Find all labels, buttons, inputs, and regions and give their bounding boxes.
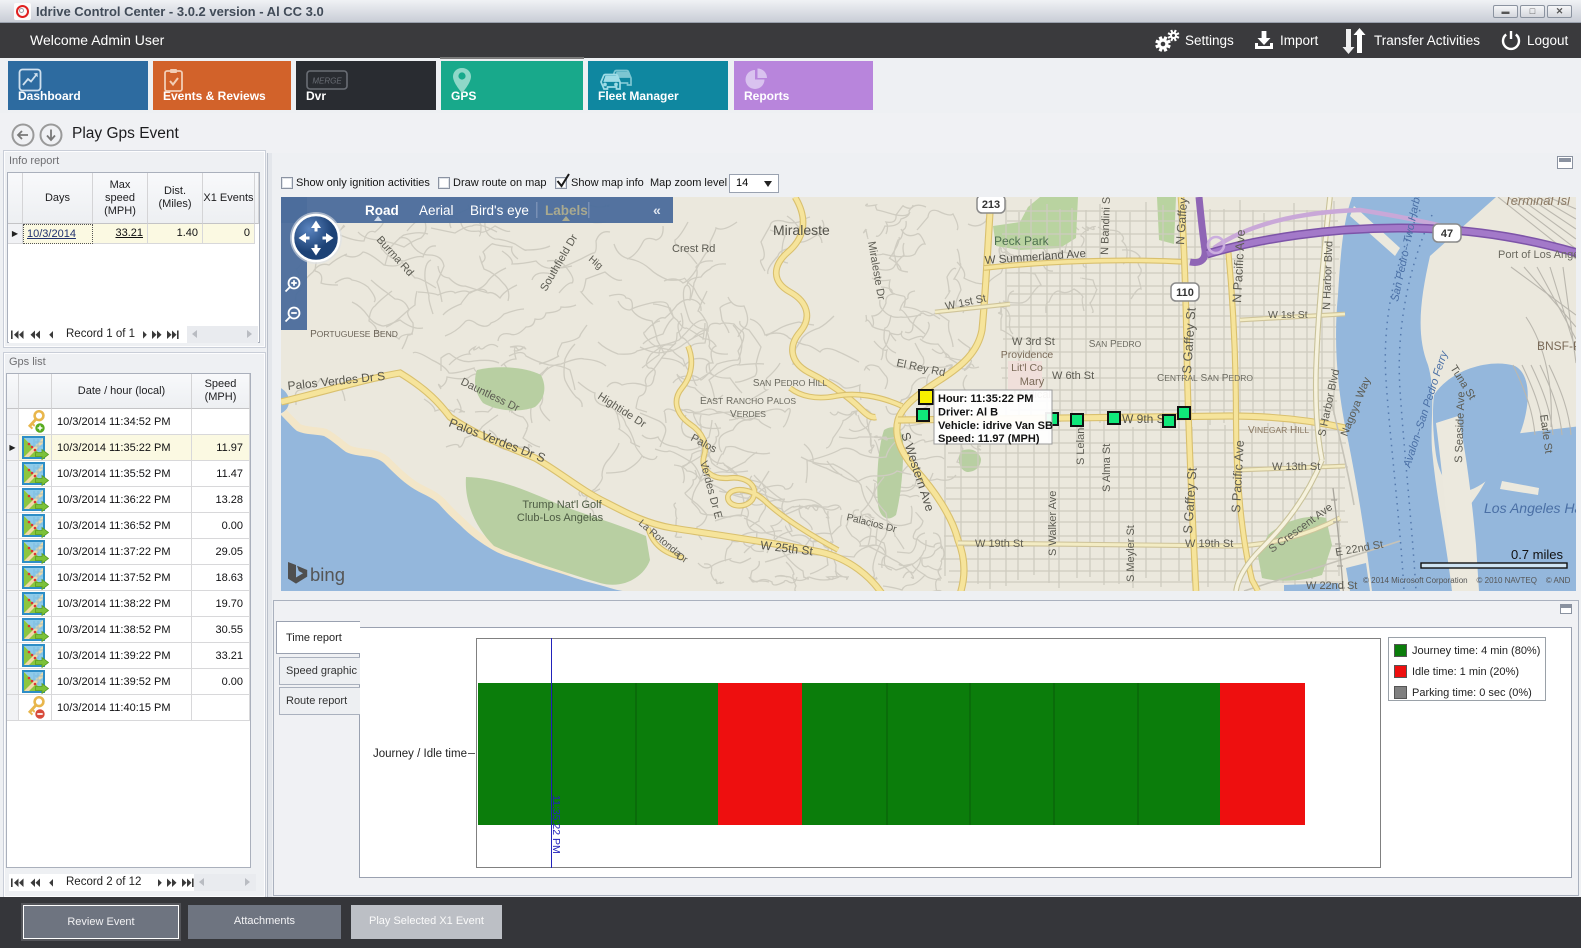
svg-text:W 13th St: W 13th St: [1272, 461, 1320, 473]
svg-text:Mary: Mary: [1020, 376, 1045, 388]
svg-text:PORTUGUESE BEND: PORTUGUESE BEND: [310, 329, 398, 340]
svg-text:VERDES: VERDES: [730, 409, 766, 420]
svg-text:Bird's eye: Bird's eye: [470, 203, 529, 218]
svg-text:Speed: 11.97 (MPH): Speed: 11.97 (MPH): [938, 433, 1040, 445]
svg-text:110: 110: [1176, 287, 1194, 299]
svg-text:CENTRAL SAN PEDRO: CENTRAL SAN PEDRO: [1157, 373, 1253, 384]
svg-text:N Bandini St: N Bandini St: [1099, 197, 1113, 255]
svg-text:VINEGAR HILL: VINEGAR HILL: [1248, 425, 1309, 436]
svg-text:W 6th St: W 6th St: [1052, 370, 1094, 382]
svg-text:W 19th St: W 19th St: [975, 538, 1023, 550]
svg-text:EAST RANCHO PALOS: EAST RANCHO PALOS: [700, 396, 796, 407]
svg-text:S Leland: S Leland: [1075, 422, 1087, 465]
svg-text:SAN PEDRO: SAN PEDRO: [1089, 339, 1142, 350]
svg-text:Port of Los Angel: Port of Los Angel: [1498, 249, 1576, 261]
svg-text:W 3rd St: W 3rd St: [1012, 336, 1055, 348]
svg-text:W 22nd St: W 22nd St: [1306, 580, 1357, 591]
svg-text:Driver: Al B: Driver: Al B: [938, 406, 998, 418]
svg-text:Los Angeles Harb: Los Angeles Harb: [1484, 500, 1576, 516]
svg-text:N Harbor Blvd: N Harbor Blvd: [1321, 241, 1335, 310]
svg-text:Vehicle: idrive Van SB: Vehicle: idrive Van SB: [938, 420, 1053, 432]
svg-text:47: 47: [1441, 228, 1453, 240]
svg-text:Peck Park: Peck Park: [994, 234, 1050, 248]
svg-text:BNSF-Port: BNSF-Port: [1537, 339, 1576, 353]
svg-text:Hour: 11:35:22 PM: Hour: 11:35:22 PM: [938, 393, 1033, 405]
svg-text:0.7 miles: 0.7 miles: [1511, 547, 1564, 562]
svg-text:bing: bing: [310, 564, 345, 585]
svg-text:Lit'l Co: Lit'l Co: [1011, 362, 1043, 374]
svg-text:SAN PEDRO HILL: SAN PEDRO HILL: [753, 378, 828, 389]
svg-text:© 2014 Microsoft Corporation: © 2014 Microsoft Corporation © 2010 NAVT…: [1363, 576, 1571, 585]
svg-text:W 19th St: W 19th St: [1185, 538, 1233, 550]
svg-text:«: «: [653, 202, 661, 218]
svg-text:213: 213: [982, 199, 1000, 211]
svg-text:S Meyler St: S Meyler St: [1125, 525, 1137, 582]
svg-text:Road: Road: [365, 203, 399, 218]
svg-text:MERGE: MERGE: [312, 77, 342, 86]
svg-text:W 1st St: W 1st St: [1268, 309, 1308, 321]
svg-text:Trump Nat'l Golf: Trump Nat'l Golf: [522, 499, 602, 511]
svg-text:S Alma St: S Alma St: [1101, 444, 1113, 492]
svg-text:W 9th St: W 9th St: [1122, 412, 1169, 426]
svg-text:Aerial: Aerial: [419, 203, 454, 218]
svg-text:S Walker Ave: S Walker Ave: [1047, 491, 1059, 556]
svg-text:Providence: Providence: [1001, 349, 1054, 361]
svg-text:Terminal Isl: Terminal Isl: [1504, 197, 1571, 208]
svg-text:Club-Los Angelas: Club-Los Angelas: [517, 512, 604, 524]
svg-text:Crest Rd: Crest Rd: [672, 243, 715, 255]
svg-text:Miraleste: Miraleste: [773, 222, 830, 238]
svg-text:Labels: Labels: [545, 203, 588, 218]
svg-text:S Seaside Ave: S Seaside Ave: [1453, 391, 1467, 463]
